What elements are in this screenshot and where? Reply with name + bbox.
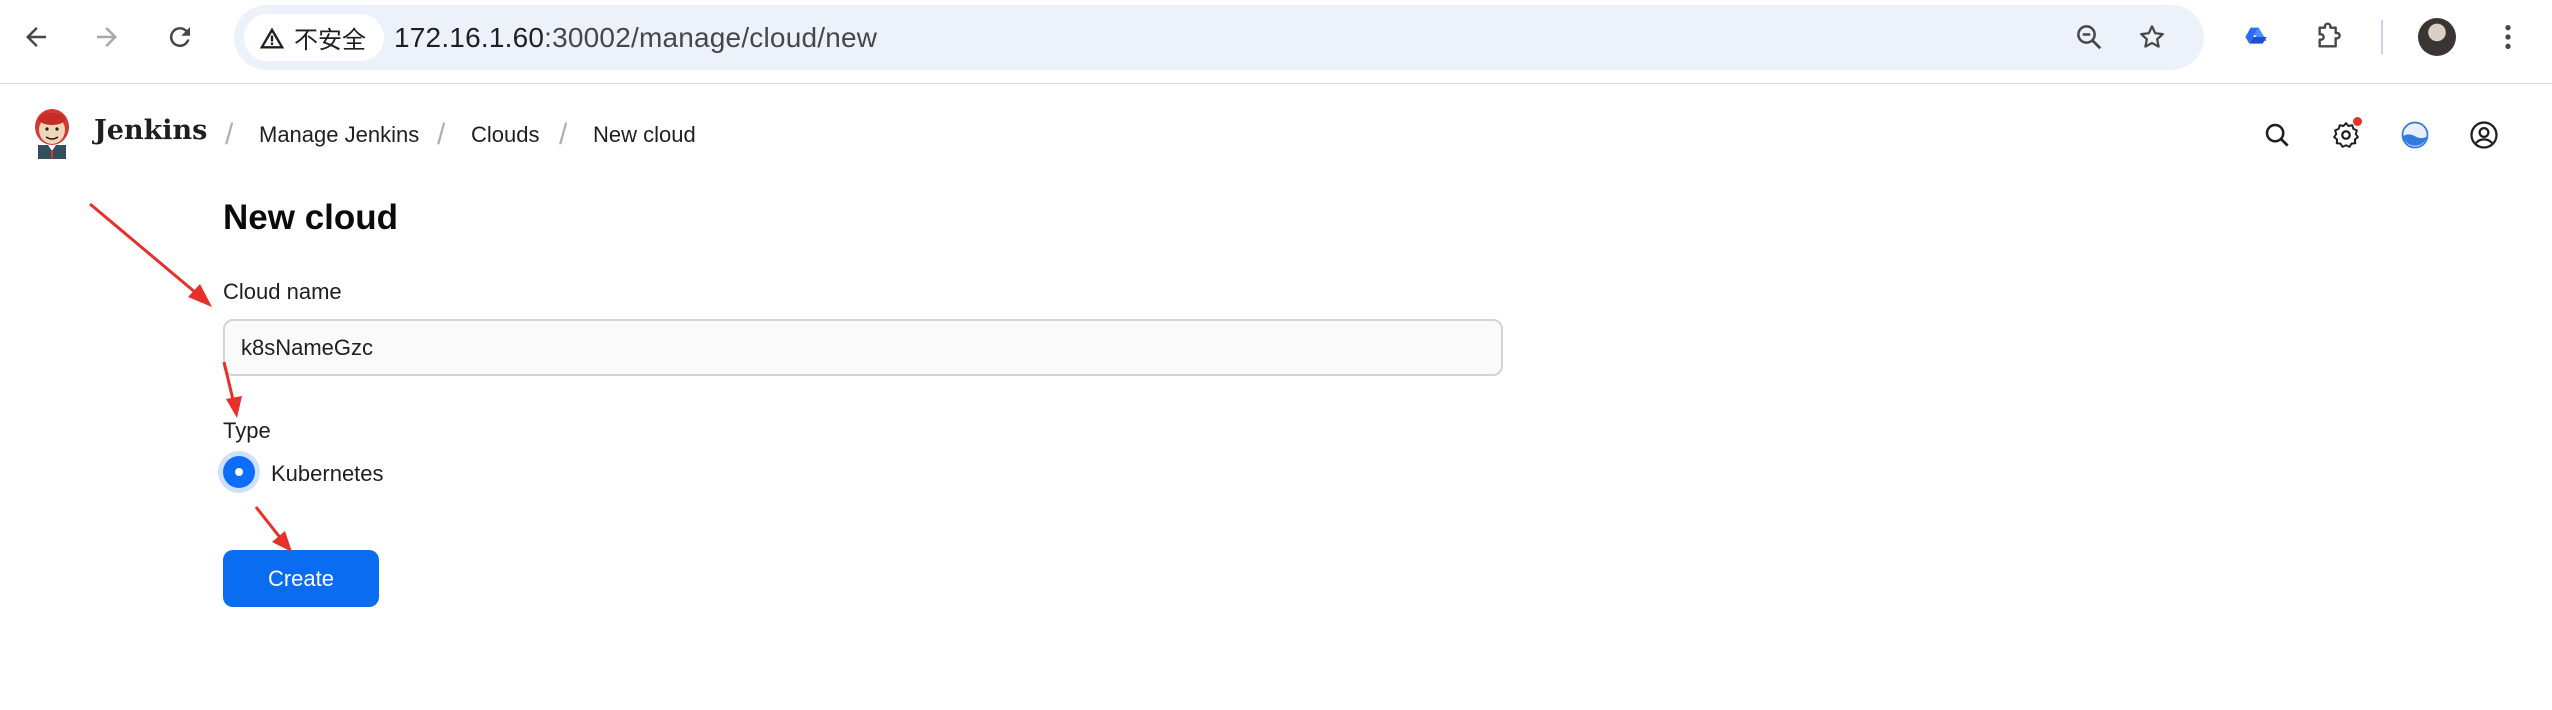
address-bar[interactable]: 不安全 172.16.1.60:30002/manage/cloud/new (234, 5, 2204, 70)
bookmark-button[interactable] (2132, 17, 2172, 57)
arrow-left-icon (26, 27, 46, 47)
toolbar-divider (2381, 20, 2383, 54)
zoom-out-icon (2077, 25, 2102, 50)
cloud-name-label: Cloud name (223, 279, 342, 304)
app-name[interactable]: Jenkins (94, 115, 207, 146)
search-button[interactable] (2255, 113, 2299, 157)
breadcrumb-manage-jenkins[interactable]: Manage Jenkins (259, 122, 419, 148)
avatar[interactable] (2418, 18, 2456, 56)
search-icon (2265, 123, 2289, 147)
breadcrumb-separator: / (559, 118, 568, 151)
reload-icon (169, 27, 190, 48)
url-host: 172.16.1.60 (394, 21, 545, 53)
security-label: 不安全 (294, 27, 366, 54)
jenkins-logo[interactable] (30, 105, 74, 161)
back-button[interactable] (16, 17, 56, 57)
cloud-name-input[interactable] (223, 319, 1503, 376)
create-button[interactable]: Create (223, 550, 379, 607)
reload-button[interactable] (160, 17, 200, 57)
page-title: New cloud (223, 198, 399, 237)
extension-drive-button[interactable] (2236, 17, 2276, 57)
url-text[interactable]: 172.16.1.60:30002/manage/cloud/new (394, 5, 877, 70)
breadcrumb-new-cloud[interactable]: New cloud (593, 122, 696, 148)
jenkins-header: Jenkins / Manage Jenkins / Clouds / New … (0, 85, 2552, 185)
extensions-button[interactable] (2309, 17, 2349, 57)
star-icon (2140, 25, 2164, 48)
account-button[interactable] (2462, 113, 2506, 157)
url-path: :30002/manage/cloud/new (544, 21, 878, 53)
forward-button[interactable] (87, 17, 127, 57)
kebab-menu-icon (2505, 25, 2511, 49)
drive-triangle-icon (2245, 27, 2267, 44)
breadcrumb-separator: / (437, 118, 446, 151)
puzzle-icon (2318, 22, 2341, 48)
browser-menu-button[interactable] (2488, 17, 2528, 57)
breadcrumb-clouds[interactable]: Clouds (471, 122, 539, 148)
arrow-right-icon (97, 27, 117, 47)
account-icon (2470, 121, 2498, 149)
manage-settings-button[interactable] (2324, 113, 2368, 157)
warning-triangle-icon (259, 27, 285, 48)
annotation-arrow (254, 506, 292, 552)
security-chip[interactable]: 不安全 (244, 14, 384, 61)
kubernetes-radio-label[interactable]: Kubernetes (271, 461, 384, 487)
browser-toolbar: 不安全 172.16.1.60:30002/manage/cloud/new (0, 0, 2552, 84)
annotation-arrow (89, 202, 212, 307)
notification-dot (2353, 117, 2362, 126)
theme-icon (2401, 121, 2429, 149)
breadcrumb-separator: / (225, 118, 234, 151)
type-label: Type (223, 418, 271, 443)
theme-button[interactable] (2393, 113, 2437, 157)
kubernetes-radio[interactable] (223, 456, 255, 488)
zoom-button[interactable] (2069, 17, 2109, 57)
